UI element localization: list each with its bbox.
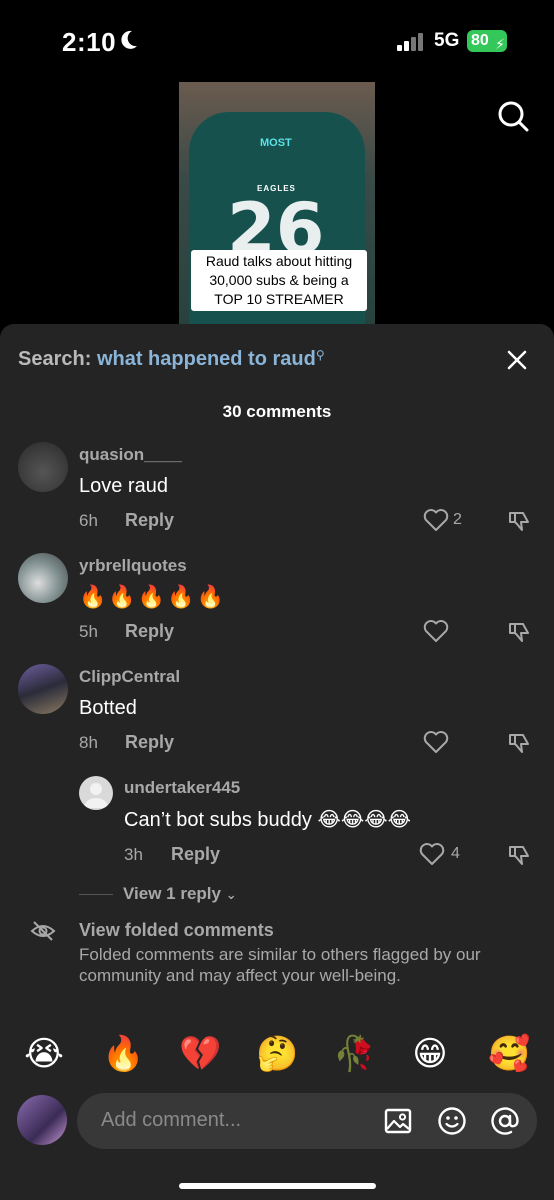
avatar[interactable]	[79, 776, 113, 810]
default-avatar-icon	[84, 783, 108, 808]
comment-input[interactable]: Add comment...	[77, 1093, 537, 1149]
quick-emoji[interactable]: 🔥	[102, 1034, 144, 1074]
status-time: 2:10	[62, 27, 117, 57]
quick-emoji[interactable]: 💔	[179, 1034, 221, 1074]
comment-username[interactable]: yrbrellquotes	[79, 556, 187, 576]
quick-emoji[interactable]: 😁	[410, 1034, 450, 1074]
mention-icon[interactable]	[490, 1106, 520, 1136]
moon-icon	[121, 30, 137, 49]
like-count: 2	[453, 511, 462, 528]
search-label: Search:	[18, 348, 92, 370]
dislike-icon[interactable]	[507, 843, 531, 867]
dislike-icon[interactable]	[507, 731, 531, 755]
heart-icon[interactable]	[423, 619, 449, 643]
comment-input-placeholder: Add comment...	[101, 1109, 242, 1131]
quick-emoji-row: 😭 🔥 💔 🤔 🥀 😁 🥰	[0, 1034, 554, 1078]
battery-indicator: 80 ⚡	[467, 30, 507, 52]
quick-emoji[interactable]: 🥰	[488, 1034, 530, 1074]
dislike-icon[interactable]	[507, 509, 531, 533]
search-suggestion[interactable]: Search: what happened to raud⚲	[18, 348, 325, 371]
heart-icon[interactable]	[423, 730, 449, 754]
comment-text: 🔥🔥🔥🔥🔥	[79, 584, 226, 609]
reply-username[interactable]: undertaker445	[124, 778, 240, 798]
avatar[interactable]	[18, 553, 68, 603]
heart-icon[interactable]	[423, 508, 449, 532]
status-bar: 2:10 5G 80 ⚡	[0, 0, 554, 80]
signal-icon	[397, 33, 425, 51]
emoji-icon[interactable]	[437, 1106, 467, 1136]
comments-sheet: Search: what happened to raud⚲ 30 commen…	[0, 324, 554, 1200]
comment-time: 5h	[79, 622, 98, 641]
video-overlay-tag: MOST	[260, 137, 292, 149]
reply-time: 3h	[124, 845, 143, 864]
eye-slash-icon	[30, 921, 56, 941]
reply-button[interactable]: Reply	[125, 621, 174, 642]
comment-time: 8h	[79, 733, 98, 752]
search-mini-icon: ⚲	[315, 348, 325, 362]
comment-username[interactable]: quasion____	[79, 445, 182, 465]
view-folded-comments[interactable]: View folded comments	[79, 920, 274, 941]
quick-emoji[interactable]: 🤔	[256, 1034, 298, 1074]
battery-level: 80	[471, 32, 489, 49]
network-type: 5G	[434, 30, 460, 51]
like-count: 4	[451, 845, 460, 862]
quick-emoji[interactable]: 😭	[24, 1034, 64, 1074]
search-term[interactable]: what happened to raud	[97, 348, 316, 370]
view-replies-button[interactable]: View 1 reply ⌄	[79, 884, 237, 904]
chevron-down-icon: ⌄	[225, 887, 237, 902]
close-button[interactable]	[505, 348, 529, 372]
image-icon[interactable]	[383, 1106, 413, 1136]
video-caption: Raud talks about hitting 30,000 subs & b…	[191, 250, 367, 311]
reply-button[interactable]: Reply	[125, 510, 174, 531]
reply-button[interactable]: Reply	[171, 844, 220, 865]
heart-icon[interactable]	[419, 842, 445, 866]
divider-line	[79, 894, 113, 896]
reply-text: Can’t bot subs buddy 😂😂😂😂	[124, 809, 411, 831]
home-indicator[interactable]	[179, 1183, 376, 1189]
avatar[interactable]	[18, 664, 68, 714]
comment-count: 30 comments	[222, 402, 332, 421]
comment-text: Love raud	[79, 475, 168, 497]
avatar[interactable]	[18, 442, 68, 492]
dislike-icon[interactable]	[507, 620, 531, 644]
reply-button[interactable]: Reply	[125, 732, 174, 753]
video-preview[interactable]: MOST EAGLES 26 Raud talks about hitting …	[179, 82, 375, 324]
my-avatar[interactable]	[17, 1095, 67, 1145]
charging-icon: ⚡	[495, 36, 505, 52]
comment-time: 6h	[79, 511, 98, 530]
search-icon[interactable]	[497, 100, 529, 132]
view-replies-label: View 1 reply	[123, 884, 221, 903]
comment-text: Botted	[79, 697, 137, 719]
quick-emoji[interactable]: 🥀	[333, 1034, 375, 1074]
comment-username[interactable]: ClippCentral	[79, 667, 180, 687]
folded-description: Folded comments are similar to others fl…	[79, 945, 481, 985]
